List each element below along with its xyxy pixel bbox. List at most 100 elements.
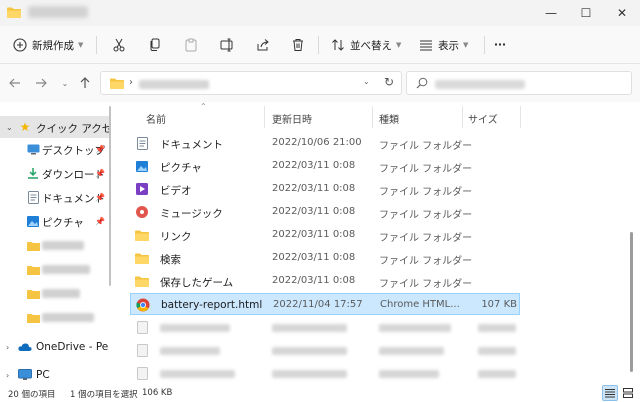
more-options-button[interactable]: ···: [494, 34, 506, 56]
table-row[interactable]: ミュージック 2022/03/11 0:08 ファイル フォルダー: [130, 201, 520, 223]
table-row[interactable]: ビデオ 2022/03/11 0:08 ファイル フォルダー: [130, 178, 520, 200]
selection-count: 1 個の項目を選択: [70, 390, 138, 400]
table-row[interactable]: リンク 2022/03/11 0:08 ファイル フォルダー: [130, 224, 520, 246]
sidebar-item-hidden[interactable]: [0, 282, 111, 304]
table-row[interactable]: ドキュメント 2022/10/06 21:00 ファイル フォルダー: [130, 132, 520, 154]
table-row[interactable]: battery-report.html 2022/11/04 17:57 Chr…: [130, 293, 520, 315]
folder-icon: [134, 227, 150, 243]
column-header-date[interactable]: 更新日時: [272, 111, 312, 126]
table-row[interactable]: [130, 316, 520, 338]
minimize-button[interactable]: —: [533, 0, 569, 26]
sidebar-item-pictures[interactable]: ピクチャ 📌: [0, 210, 111, 232]
close-button[interactable]: ✕: [604, 0, 640, 26]
sidebar-item-quick-access[interactable]: ⌄ ★ クイック アクセス: [0, 116, 111, 138]
sort-icon: [330, 37, 346, 53]
sidebar-item-pc[interactable]: › PC: [0, 364, 111, 384]
folder-icon: [26, 311, 40, 325]
sidebar-item-hidden[interactable]: [0, 258, 111, 280]
delete-button[interactable]: [290, 34, 306, 56]
new-button-label: 新規作成: [32, 39, 74, 52]
folder-icon: [26, 287, 40, 301]
scissors-icon: [111, 37, 127, 53]
chevron-right-icon[interactable]: ›: [6, 371, 9, 380]
view-button[interactable]: 表示 ▼: [418, 34, 468, 56]
view-button-label: 表示: [438, 39, 459, 52]
file-name: [160, 370, 235, 378]
item-count: 20 個の項目: [8, 390, 56, 400]
sort-button[interactable]: 並べ替え ▼: [330, 34, 401, 56]
table-row[interactable]: [130, 362, 520, 384]
search-box[interactable]: [406, 71, 632, 95]
column-divider[interactable]: [264, 106, 265, 128]
forward-arrow-icon[interactable]: [32, 74, 50, 92]
video-icon: [134, 181, 150, 197]
chevron-down-icon: ▼: [396, 41, 402, 49]
folder-icon: [26, 263, 40, 277]
file-name: ミュージック: [160, 208, 223, 220]
search-input[interactable]: [435, 80, 525, 89]
file-type: ファイル フォルダー: [379, 256, 473, 267]
document-icon: [134, 135, 150, 151]
details-view-button[interactable]: [602, 385, 618, 401]
file-name: 保存したゲーム: [160, 277, 234, 289]
sidebar-item-label: ピクチャ: [42, 217, 84, 229]
file-list-scrollbar[interactable]: [630, 232, 633, 372]
column-header-row: ⌃ 名前 更新日時 種類 サイズ: [118, 102, 640, 128]
sidebar-item-documents[interactable]: ドキュメント 📌: [0, 186, 111, 208]
table-row[interactable]: ピクチャ 2022/03/11 0:08 ファイル フォルダー: [130, 155, 520, 177]
chrome-icon: [135, 297, 151, 313]
file-type: ファイル フォルダー: [379, 210, 473, 221]
clipboard-icon: [183, 37, 199, 53]
column-divider[interactable]: [372, 106, 373, 128]
chevron-down-icon[interactable]: ⌄: [363, 77, 370, 86]
rename-button[interactable]: [219, 34, 235, 56]
sidebar-item-label: [42, 241, 84, 250]
column-header-size[interactable]: サイズ: [468, 111, 498, 126]
breadcrumb[interactable]: [139, 80, 209, 89]
new-button[interactable]: 新規作成 ▼: [12, 34, 83, 56]
tiles-view-button[interactable]: [620, 385, 636, 401]
sidebar-item-onedrive[interactable]: › OneDrive - Pe: [0, 336, 111, 358]
sidebar-item-downloads[interactable]: ダウンロード 📌: [0, 162, 111, 184]
sidebar-item-label: [42, 289, 80, 298]
file-icon: [134, 319, 150, 335]
recent-locations-chevron-icon[interactable]: ⌄: [56, 74, 74, 92]
column-divider[interactable]: [520, 106, 521, 128]
chevron-down-icon: ▼: [78, 41, 84, 49]
address-bar[interactable]: › ⌄ ↻: [100, 71, 402, 95]
maximize-button[interactable]: ☐: [568, 0, 604, 26]
table-row[interactable]: 保存したゲーム 2022/03/11 0:08 ファイル フォルダー: [130, 270, 520, 292]
sidebar-item-desktop[interactable]: デスクトップ 📌: [0, 138, 111, 160]
pin-icon: 📌: [95, 145, 105, 154]
column-header-type[interactable]: 種類: [379, 111, 399, 126]
up-arrow-icon[interactable]: [76, 74, 94, 92]
breadcrumb-separator-icon: ›: [129, 77, 133, 88]
pin-icon: 📌: [95, 169, 105, 178]
file-date: 2022/03/11 0:08: [272, 252, 356, 263]
sidebar-item-hidden[interactable]: [0, 234, 111, 256]
chevron-down-icon[interactable]: ⌄: [6, 123, 13, 132]
file-name: [160, 347, 220, 355]
computer-icon: [18, 368, 32, 382]
tiles-view-icon: [623, 388, 633, 398]
desktop-icon: [26, 142, 40, 156]
cut-button[interactable]: [111, 34, 127, 56]
file-date: 2022/10/06 21:00: [272, 137, 362, 148]
sidebar-scrollbar[interactable]: [109, 106, 111, 286]
table-row[interactable]: 検索 2022/03/11 0:08 ファイル フォルダー: [130, 247, 520, 269]
share-button[interactable]: [255, 34, 271, 56]
chevron-right-icon[interactable]: ›: [6, 343, 9, 352]
copy-button[interactable]: [147, 34, 163, 56]
view-icon: [418, 37, 434, 53]
file-type: ファイル フォルダー: [379, 141, 473, 152]
column-header-name[interactable]: 名前: [146, 111, 166, 126]
paste-button[interactable]: [183, 34, 199, 56]
command-bar: 新規作成 ▼ 並べ替え ▼ 表示 ▼ ···: [0, 26, 640, 64]
back-arrow-icon[interactable]: [6, 74, 24, 92]
refresh-icon[interactable]: ↻: [384, 75, 394, 89]
column-divider[interactable]: [462, 106, 463, 128]
sidebar-item-hidden[interactable]: [0, 306, 111, 328]
table-row[interactable]: [130, 339, 520, 361]
file-icon: [134, 365, 150, 381]
file-type: ファイル フォルダー: [379, 279, 473, 290]
